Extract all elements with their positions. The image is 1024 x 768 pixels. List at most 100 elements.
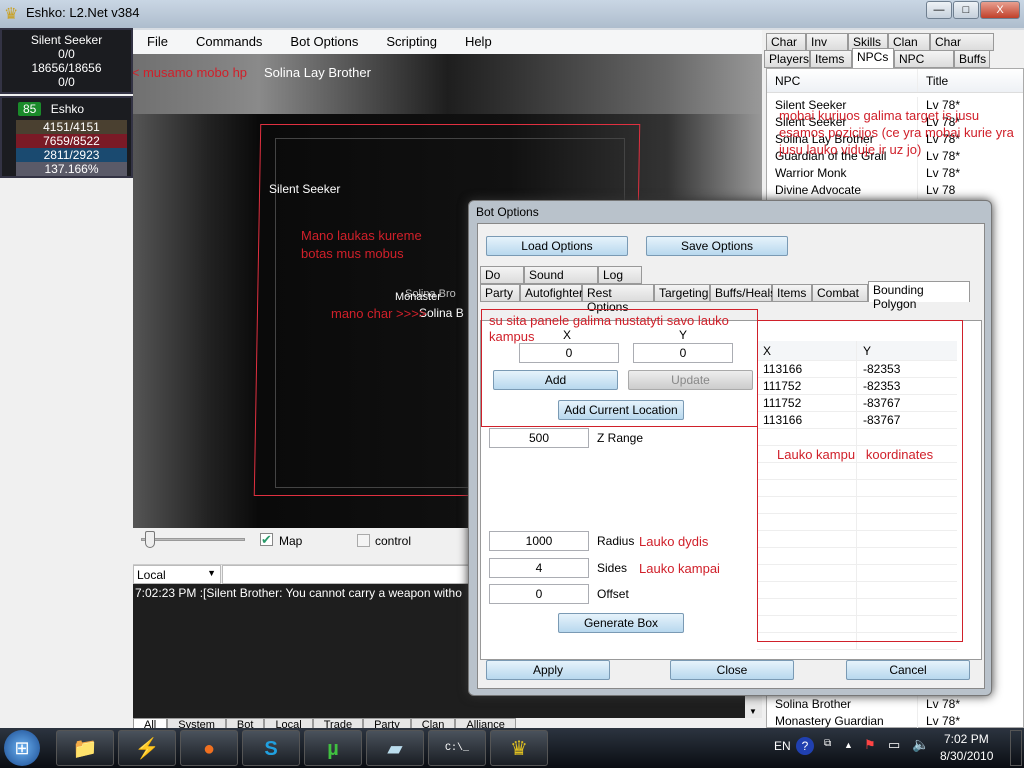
menu-commands[interactable]: Commands	[182, 30, 276, 54]
bot-options-dialog: Bot Options Load Options Save Options Do…	[468, 200, 992, 696]
zoom-slider-thumb[interactable]	[145, 531, 155, 548]
clock-time[interactable]: 7:02 PM	[944, 732, 989, 746]
player-status: 85 Eshko 4151/4151 7659/8522 2811/2923 1…	[0, 96, 133, 178]
tab-players[interactable]: Players	[764, 50, 810, 68]
control-checkbox[interactable]	[357, 534, 370, 547]
chevron-down-icon: ▼	[207, 568, 216, 578]
generate-box-button[interactable]: Generate Box	[558, 613, 684, 633]
taskbar-l2net-icon[interactable]: ♛	[490, 730, 548, 766]
tab-log-out[interactable]: Log Out	[598, 266, 642, 296]
zoom-slider[interactable]	[141, 538, 245, 541]
taskbar-utorrent-icon[interactable]: µ	[304, 730, 362, 766]
tab-do-not[interactable]: Do Not	[480, 266, 524, 296]
target-status[interactable]: Silent Seeker 0/0 18656/18656 0/0	[0, 28, 133, 94]
player-level-badge: 85	[18, 102, 42, 116]
tab-bounding-polygon[interactable]: Bounding Polygon	[868, 281, 970, 311]
chat-channel-select[interactable]: Local ▼	[133, 565, 221, 584]
annotation-coords: Lauko kampu koordinates	[777, 447, 934, 462]
player-cp-bar: 4151/4151	[16, 120, 127, 134]
tab-combat[interactable]: Combat	[812, 284, 868, 302]
tab-npcs[interactable]: NPCs	[852, 48, 894, 69]
column-header-title[interactable]: Title	[917, 69, 948, 92]
npc-title: Lv 78*	[917, 165, 960, 182]
cancel-button[interactable]: Cancel	[846, 660, 970, 680]
tab-items[interactable]: Items	[810, 50, 852, 68]
action-center-flag-icon[interactable]: ⚑	[864, 737, 876, 753]
tab-targeting[interactable]: Targeting	[654, 284, 710, 302]
tab-sound-alerts[interactable]: Sound Alerts	[524, 266, 598, 296]
offset-label: Offset	[597, 587, 629, 601]
annotation-panel: su sita panele galima nustatyti savo lau…	[489, 313, 729, 344]
taskbar-winamp-icon[interactable]: ⚡	[118, 730, 176, 766]
scroll-down-icon[interactable]: ▼	[749, 707, 757, 716]
player-name: Eshko	[50, 102, 85, 116]
annotation-radius: Lauko dydis	[639, 534, 709, 549]
annotation-field: Mano laukas kureme	[301, 228, 422, 243]
target-cp: 0/0	[58, 47, 75, 61]
annotation-char: mano char >>>>	[331, 306, 427, 321]
menu-help[interactable]: Help	[451, 30, 506, 54]
npc-row[interactable]: Warrior Monk Lv 78*	[767, 165, 1023, 182]
column-header-npc[interactable]: NPC	[767, 69, 917, 92]
show-hidden-icons[interactable]: ▲	[844, 740, 853, 750]
sides-label: Sides	[597, 561, 628, 575]
taskbar: ⊞ 📁 ⚡ ● S µ ▰ C:\_ ♛ EN ? ⧉ ▲ ⚑ ▭ 🔈 7:02…	[0, 728, 1024, 768]
start-button[interactable]: ⊞	[4, 730, 40, 766]
menu-scripting[interactable]: Scripting	[372, 30, 451, 54]
taskbar-skype-icon[interactable]: S	[242, 730, 300, 766]
window-title: Eshko: L2.Net v384	[26, 5, 140, 20]
title-bar: ♛ Eshko: L2.Net v384 — □ X	[0, 0, 1024, 28]
taskbar-windows-explorer-icon[interactable]: 📁	[56, 730, 114, 766]
target-name: Silent Seeker	[30, 33, 103, 47]
map-checkbox[interactable]: ✔	[260, 533, 273, 546]
load-options-button[interactable]: Load Options	[486, 236, 628, 256]
offset-input[interactable]: 0	[489, 584, 589, 604]
control-checkbox-label: control	[375, 534, 412, 548]
menu-file[interactable]: File	[133, 30, 182, 54]
apply-button[interactable]: Apply	[486, 660, 610, 680]
player-xp-bar: 137.166%	[16, 162, 127, 176]
close-dialog-button[interactable]: Close	[670, 660, 794, 680]
tab-party[interactable]: Party	[480, 284, 520, 302]
menu-bot-options[interactable]: Bot Options	[276, 30, 372, 54]
z-range-input[interactable]: 500	[489, 428, 589, 448]
taskbar-firefox-icon[interactable]: ●	[180, 730, 238, 766]
z-range-label: Z Range	[597, 431, 644, 445]
help-icon[interactable]: ?	[796, 737, 814, 755]
tab-rest-options[interactable]: Rest Options	[582, 284, 654, 314]
dialog-title: Bot Options	[476, 205, 539, 219]
language-indicator[interactable]: EN	[774, 739, 791, 753]
language-bar-icon[interactable]: ⧉	[824, 738, 831, 749]
radius-input[interactable]: 1000	[489, 531, 589, 551]
tab-buffs-heals[interactable]: Buffs/Heals	[710, 284, 776, 302]
sides-input[interactable]: 4	[489, 558, 589, 578]
taskbar-cmd-icon[interactable]: C:\_	[428, 730, 486, 766]
npc-row[interactable]: Solina Brother Lv 78*	[767, 696, 1023, 713]
tab-autofighter[interactable]: Autofighter	[520, 284, 583, 302]
minimize-button[interactable]: —	[926, 1, 952, 19]
status-panel: Silent Seeker 0/0 18656/18656 0/0 85 Esh…	[0, 28, 133, 728]
target-mp: 0/0	[58, 75, 75, 89]
tab-items[interactable]: Items	[772, 284, 812, 302]
tab-char-detail[interactable]: Char Detail	[930, 33, 994, 63]
bounding-polygon-tab-page: X Y 0 0 Add Update Add Current Location …	[480, 309, 982, 660]
tab-npc-chat[interactable]: NPC Chat	[894, 50, 954, 80]
close-button[interactable]: X	[980, 1, 1020, 19]
npc-row[interactable]: Divine Advocate Lv 78	[767, 182, 1023, 199]
clock-date[interactable]: 8/30/2010	[940, 749, 993, 763]
tab-buffs[interactable]: Buffs	[954, 50, 990, 68]
map-npc-label: Solina Lay Brother	[264, 65, 371, 80]
maximize-button[interactable]: □	[953, 1, 979, 19]
tab-inv[interactable]: Inv	[806, 33, 848, 51]
annotation-sides: Lauko kampai	[639, 561, 720, 576]
tab-clan[interactable]: Clan	[888, 33, 930, 51]
volume-icon[interactable]: 🔈	[912, 736, 929, 753]
show-desktop-button[interactable]	[1010, 730, 1022, 766]
taskbar-notepad-icon[interactable]: ▰	[366, 730, 424, 766]
menu-bar: File Commands Bot Options Scripting Help	[133, 30, 762, 54]
network-icon[interactable]: ▭	[888, 737, 900, 753]
save-options-button[interactable]: Save Options	[646, 236, 788, 256]
npc-name: Solina Brother	[775, 697, 852, 711]
tab-char[interactable]: Char	[766, 33, 806, 51]
map-checkbox-label: Map	[279, 534, 303, 548]
